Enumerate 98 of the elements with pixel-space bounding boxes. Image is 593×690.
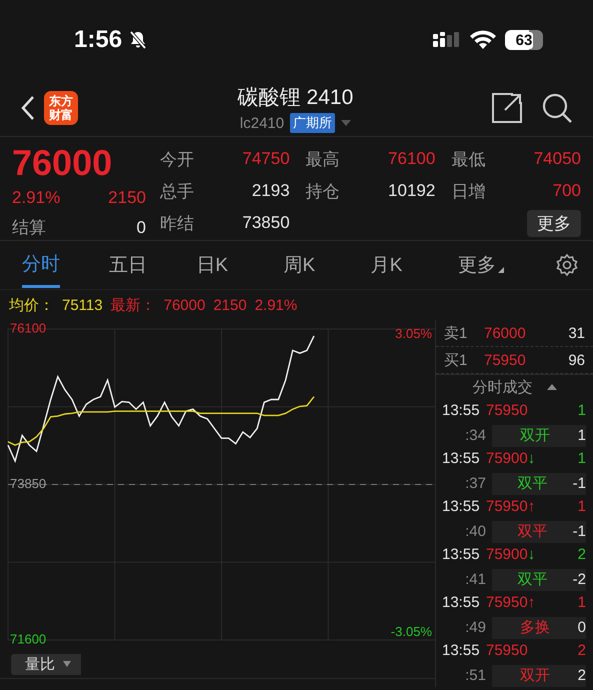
- trade-second: :49: [464, 619, 486, 636]
- caret-icon[interactable]: [546, 384, 556, 390]
- chart-tab[interactable]: 日K: [196, 244, 228, 286]
- position-change: 1: [578, 427, 586, 444]
- trade-type: 双开: [518, 426, 551, 445]
- latest-label: 最新：: [110, 296, 156, 314]
- axis-label: 73850: [10, 476, 46, 491]
- trade-price: 75950↑: [486, 498, 536, 515]
- stat-value: 700: [552, 181, 581, 201]
- indicator-dropdown[interactable]: 量比: [11, 654, 81, 674]
- trade-second: :37: [464, 475, 486, 492]
- exchange-badge: 广期所: [290, 113, 336, 133]
- trade-volume: 1: [578, 450, 586, 467]
- more-button[interactable]: 更多: [527, 210, 581, 236]
- wifi-icon: [469, 30, 497, 50]
- last-price: 76000: [12, 143, 114, 183]
- chart-tab[interactable]: 五日: [109, 244, 148, 286]
- trade-volume: 1: [578, 594, 586, 611]
- change-percent: 2.91%: [12, 187, 60, 209]
- trade-time: 13:55: [442, 594, 481, 611]
- trade-time: 13:55: [442, 642, 481, 659]
- stat-label: 今开: [160, 148, 194, 170]
- trade-type: 双平: [516, 522, 548, 541]
- stat-label: 持仓: [306, 180, 340, 202]
- stat-value: 73850: [242, 213, 290, 233]
- signal-icon: [433, 31, 461, 49]
- axis-label: -3.05%: [390, 624, 432, 639]
- order-volume: 96: [568, 352, 585, 368]
- position-change: 2: [578, 667, 586, 684]
- axis-label: 76100: [10, 320, 46, 336]
- trade-price: 75950: [486, 642, 529, 659]
- order-label: 买1: [444, 350, 468, 370]
- position-change: -1: [572, 523, 586, 540]
- chart-tab[interactable]: 周K: [284, 244, 316, 286]
- chart-tab[interactable]: 更多: [458, 244, 496, 286]
- app-logo: 东方 财富: [44, 91, 78, 125]
- caret-icon: [63, 661, 71, 667]
- caret-icon[interactable]: [341, 120, 352, 126]
- order-price: 76000: [484, 324, 527, 342]
- stat-label: 日增: [451, 180, 486, 202]
- change-value: 2150: [213, 296, 247, 314]
- trades-title: 分时成交: [472, 378, 532, 396]
- stat-value: 74750: [242, 149, 290, 169]
- position-change: -2: [572, 571, 586, 588]
- trade-second: :51: [464, 667, 486, 684]
- stat-label: 昨结: [160, 212, 194, 234]
- battery-icon: 63: [505, 30, 543, 50]
- axis-label: 3.05%: [395, 326, 432, 341]
- average-price: 75113: [62, 296, 103, 314]
- stat-label: 最高: [306, 148, 340, 170]
- back-icon[interactable]: [20, 95, 36, 121]
- bell-off-icon: [128, 30, 148, 50]
- position-change: 0: [578, 619, 586, 636]
- trade-price: 75900↓: [486, 546, 536, 563]
- change-value: 2150: [108, 187, 146, 209]
- trade-volume: 1: [578, 498, 586, 515]
- settings-icon[interactable]: [555, 253, 580, 277]
- share-icon[interactable]: [491, 92, 523, 124]
- corner-triangle-icon: [498, 267, 504, 273]
- order-label: 卖1: [444, 324, 468, 342]
- trade-volume: 2: [578, 642, 586, 659]
- chart-tab[interactable]: 分时: [22, 242, 60, 288]
- trade-time: 13:55: [442, 546, 481, 563]
- trade-time: 13:55: [442, 498, 481, 515]
- order-volume: 31: [568, 324, 585, 342]
- instrument-code: lc2410: [240, 114, 284, 132]
- trade-volume: 2: [578, 546, 586, 563]
- stat-value: 2193: [252, 181, 290, 201]
- trade-price: 75900↓: [486, 450, 536, 467]
- trade-time: 13:55: [442, 450, 481, 467]
- average-price-label: 均价：: [9, 296, 54, 314]
- search-icon[interactable]: [541, 92, 573, 124]
- trade-second: :41: [464, 571, 486, 588]
- change-percent: 2.91%: [254, 296, 298, 314]
- trade-second: :40: [464, 523, 486, 540]
- stat-value: 74050: [534, 149, 581, 169]
- trade-time: 13:55: [442, 402, 481, 419]
- trade-type: 双平: [516, 474, 548, 493]
- stat-value: 76100: [388, 149, 436, 169]
- chart-tab[interactable]: 月K: [370, 244, 402, 286]
- stat-label: 总手: [160, 180, 194, 202]
- stat-label: 最低: [451, 148, 486, 170]
- stat-value: 10192: [388, 181, 436, 201]
- trade-volume: 1: [578, 402, 586, 419]
- trade-type: 双开: [518, 666, 551, 685]
- stat-label: 结算: [12, 217, 46, 239]
- status-time: 1:56: [74, 26, 122, 54]
- trade-type: 多换: [518, 618, 551, 637]
- latest-price: 76000: [164, 296, 206, 314]
- axis-label: 71600: [10, 631, 46, 646]
- trade-price: 75950: [486, 402, 529, 419]
- stat-value: 0: [136, 217, 146, 239]
- trade-price: 75950↑: [486, 594, 536, 611]
- order-price: 75950: [484, 352, 527, 368]
- position-change: -1: [572, 475, 586, 492]
- trade-second: :34: [464, 427, 486, 444]
- trade-type: 双平: [516, 570, 548, 589]
- instrument-title: 碳酸锂 2410: [238, 85, 354, 111]
